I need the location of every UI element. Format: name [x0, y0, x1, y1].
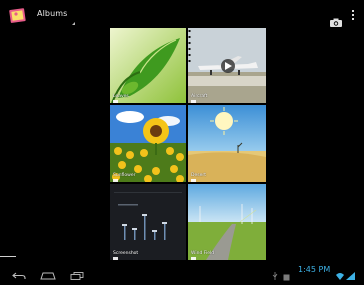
- folder-icon: [191, 100, 196, 103]
- notification-icon[interactable]: [283, 266, 290, 285]
- gallery-app-icon[interactable]: [8, 6, 28, 26]
- album-label: Sunflower: [113, 173, 136, 178]
- album-tile-aircraft[interactable]: Aircraft: [188, 28, 266, 103]
- battery-icon: [346, 265, 356, 284]
- album-label: Leaves: [113, 94, 129, 99]
- overflow-menu-icon[interactable]: [352, 10, 355, 22]
- recent-apps-icon[interactable]: [70, 265, 84, 284]
- folder-icon: [113, 100, 118, 103]
- album-tile-leaves[interactable]: Leaves: [110, 28, 186, 103]
- folder-icon: [191, 179, 196, 182]
- album-label: Aircraft: [191, 94, 208, 99]
- wifi-icon: [336, 265, 344, 284]
- album-tile-desert[interactable]: Desert: [188, 105, 266, 182]
- filmstrip-edge: [188, 28, 192, 103]
- camera-icon[interactable]: [330, 12, 342, 27]
- album-label: Screenshot: [113, 251, 139, 256]
- edge-divider: [0, 256, 16, 257]
- home-icon[interactable]: [40, 265, 56, 284]
- back-icon[interactable]: [12, 265, 26, 284]
- usb-icon: [272, 265, 278, 284]
- page-title[interactable]: Albums: [37, 9, 67, 18]
- album-label: Desert: [191, 173, 206, 178]
- album-label: Wind Field: [191, 251, 215, 256]
- album-tile-screenshot[interactable]: Screenshot: [110, 184, 186, 260]
- album-tile-wind-field[interactable]: Wind Field: [188, 184, 266, 260]
- album-tile-sunflower[interactable]: Sunflower: [110, 105, 186, 182]
- status-clock[interactable]: 1:45 PM: [298, 265, 330, 274]
- dropdown-indicator-icon[interactable]: [72, 22, 75, 25]
- folder-icon: [113, 179, 118, 182]
